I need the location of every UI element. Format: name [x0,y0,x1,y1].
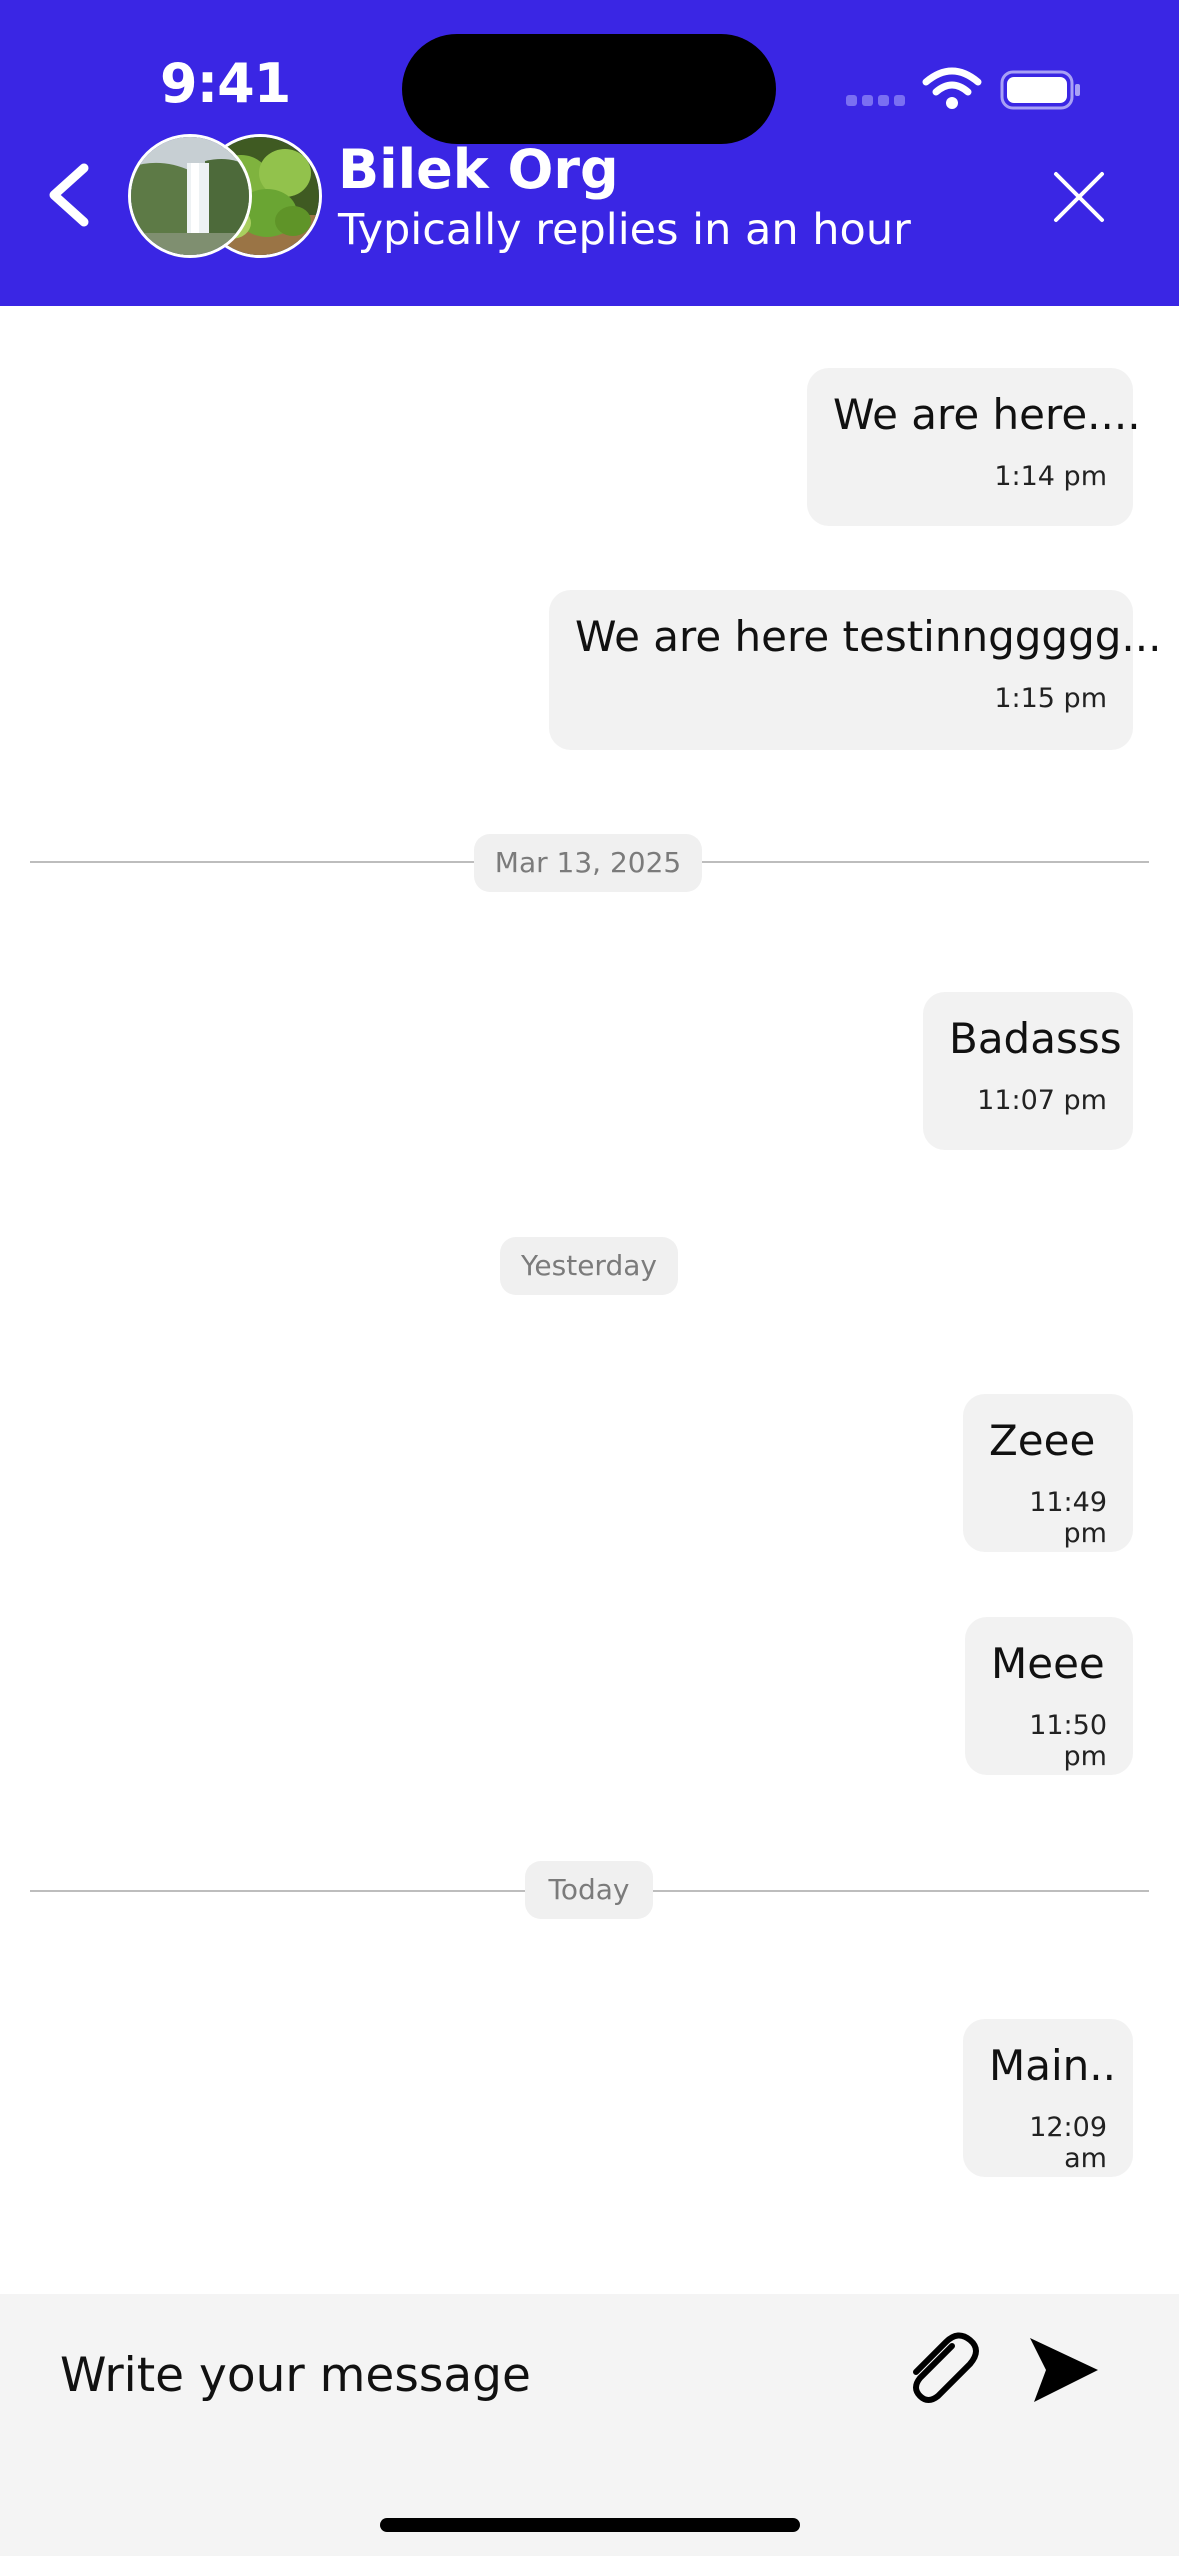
message-bubble[interactable]: Badasss 11:07 pm [923,992,1133,1150]
message-text: Badasss [949,1014,1122,1063]
send-icon[interactable] [1024,2330,1104,2410]
avatar-waterfall [128,134,252,258]
chat-title: Bilek Org [338,138,619,201]
message-composer [0,2294,1179,2556]
message-text: We are here.... [833,390,1141,439]
dynamic-island [402,34,776,144]
chat-header: 9:41 Bilek Org Typically replies in an h… [0,0,1179,306]
cellular-signal-icon [846,95,906,107]
message-bubble[interactable]: We are here testinnggggg... 1:15 pm [549,590,1162,750]
battery-icon [1000,70,1080,110]
chat-subtitle: Typically replies in an hour [338,205,911,255]
close-button[interactable] [1052,170,1106,224]
message-text: We are here testinnggggg... [575,612,1162,661]
paperclip-icon[interactable] [898,2328,982,2412]
back-button[interactable] [40,160,100,230]
message-time: 11:07 pm [977,1085,1107,1116]
message-text: Meee [991,1639,1105,1688]
message-bubble[interactable]: Meee 11:50 pm [965,1617,1133,1775]
wifi-icon [922,67,982,109]
date-chip: Today [525,1861,653,1919]
message-time: 1:14 pm [994,461,1107,492]
home-indicator [380,2518,800,2532]
message-bubble[interactable]: Main.. 12:09 am [963,2019,1133,2177]
message-text: Zeee [989,1416,1096,1465]
message-bubble[interactable]: We are here.... 1:14 pm [807,368,1141,526]
avatar-group [128,134,322,258]
message-time: 1:15 pm [994,683,1107,714]
message-bubble[interactable]: Zeee 11:49 pm [963,1394,1133,1552]
message-time: 11:49 pm [1029,1487,1107,1549]
message-time: 12:09 am [1029,2112,1107,2174]
status-time: 9:41 [160,52,291,115]
message-text: Main.. [989,2041,1116,2090]
message-input[interactable] [60,2340,840,2410]
date-chip: Mar 13, 2025 [474,834,702,892]
message-time: 11:50 pm [1029,1710,1107,1772]
date-chip: Yesterday [500,1237,678,1295]
